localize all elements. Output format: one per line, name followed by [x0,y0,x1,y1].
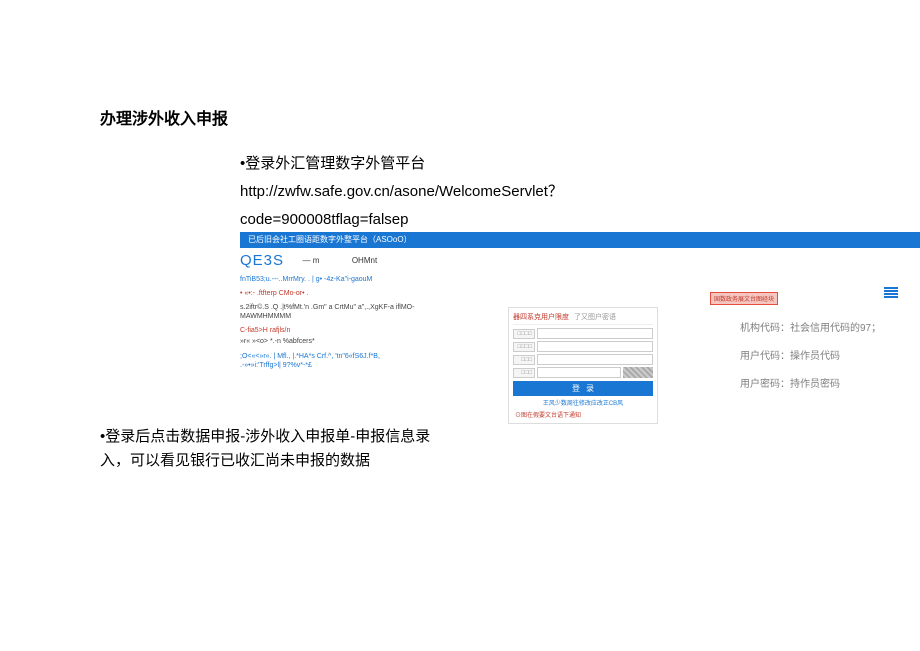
login-row-user: □□□□ [513,341,653,352]
tiny-red-line2: C-fia5>H rafjls/n [240,326,415,335]
app-title-bar: 已后旧会社工圈语距数字外整平台（ASOoO） [240,232,920,248]
user-code-input[interactable] [537,341,653,352]
tiny-black-line1: s.2iftr©.S .Q .|t%fMt.'n .Gm" a CrtMu" a… [240,303,415,321]
calendar-icon [884,286,898,302]
login-footer-link[interactable]: 王风少数周往修改应改正CB风 [513,398,653,407]
login-button[interactable]: 登录 [513,381,653,396]
login-row-captcha: □□□ [513,367,653,378]
step1-line1: •登录外汇管理数字外管平台 [240,152,425,176]
qe3s-tail2: OHMnt [352,256,377,265]
login-header-gray: 了又图户密语 [574,314,616,321]
login-panel: 器四系克用户限度 了又图户密语 □□□□ □□□□ □□□ □□□ 登录 王风少… [508,307,658,424]
screenshot-content: QE3S — m OHMnt fnTiB53;u.---..MrrMry. . … [240,252,900,420]
qe3s-tail1: — m [302,256,319,265]
password-input[interactable] [537,354,653,365]
page-title: 办理涉外收入申报 [100,105,228,129]
login-label-captcha: □□□ [513,368,535,378]
captcha-input[interactable] [537,367,621,378]
captcha-image[interactable] [623,367,653,378]
annotation-user-code: 用户代码：操作员代码 [740,347,840,362]
step2-text: •登录后点击数据申报-涉外收入申报单-申报信息录入，可以看见银行已收汇尚未申报的… [100,425,450,473]
qe3s-logo: QE3S [240,252,284,269]
tiny-blue-line2: ;O<«<»r«. | Mfl., |.*HA*s Crf.^, 'tn"6«f… [240,352,415,370]
tiny-blue-line: fnTiB53;u.---..MrrMry. . | g• -4z-Ka"i-g… [240,275,415,284]
login-label-org: □□□□ [513,329,535,339]
login-row-pass: □□□ [513,354,653,365]
welcome-block: QE3S — m OHMnt fnTiB53;u.---..MrrMry. . … [240,252,415,370]
tiny-black-line3: »r« »<o> *.-n %abfcers* [240,337,415,346]
step1-url-line2: http://zwfw.safe.gov.cn/asone/WelcomeSer… [240,180,563,204]
login-label-pass: □□□ [513,355,535,365]
annotation-org-code: 机构代码：社会信用代码的97； [740,319,881,334]
red-badge: 国数政务展文台图经块 [710,292,778,305]
org-code-input[interactable] [537,328,653,339]
login-header-red: 器四系克用户限度 [513,314,569,321]
login-row-org: □□□□ [513,328,653,339]
step1-url-line3: code=900008tflag=falsep [240,208,408,232]
login-notice: ⊙图在假要文台语下通知 [513,410,653,419]
login-header: 器四系克用户限度 了又图户密语 [513,312,653,325]
login-label-user: □□□□ [513,342,535,352]
tiny-red-line: • «•:- .ftfterp CMo-or• . [240,289,415,298]
annotation-password: 用户密码：持作员密码 [740,375,840,390]
